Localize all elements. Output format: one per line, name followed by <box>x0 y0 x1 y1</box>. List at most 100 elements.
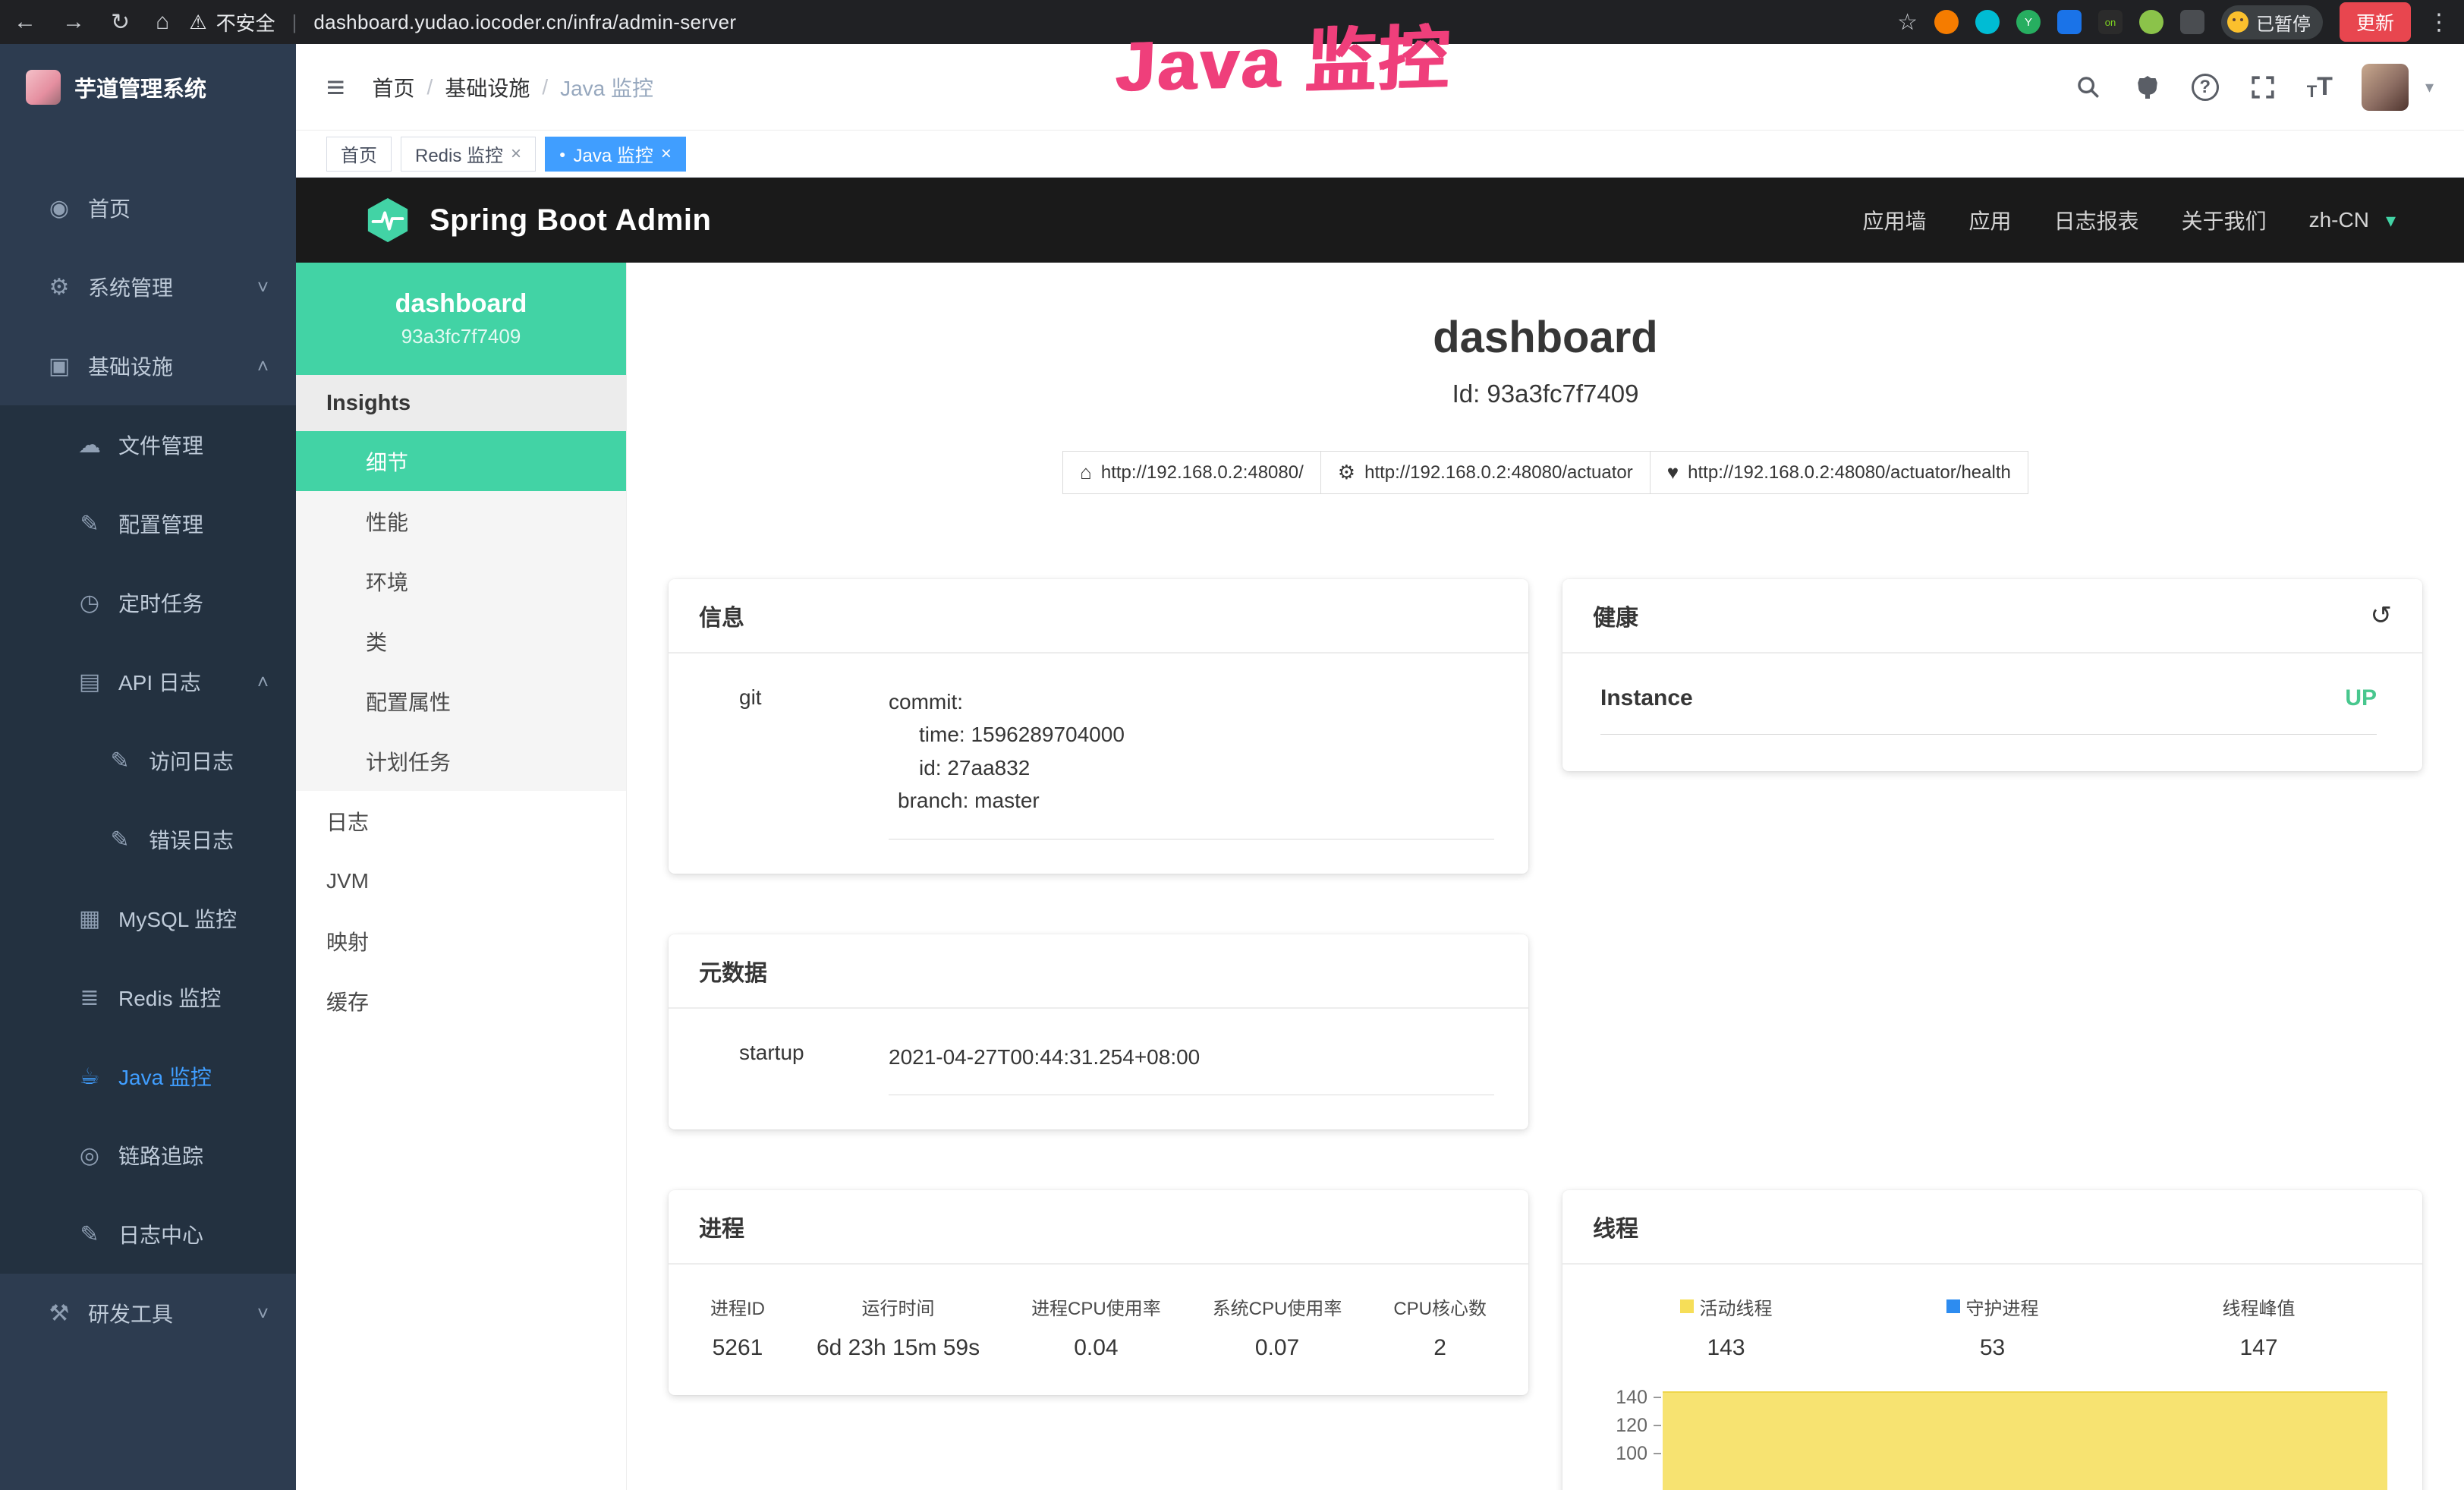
health-url-link[interactable]: ♥ http://192.168.0.2:48080/actuator/heal… <box>1650 451 2028 494</box>
sidebar-item-redis-monitor[interactable]: ≣ Redis 监控 <box>0 958 296 1037</box>
service-url-link[interactable]: ⌂ http://192.168.0.2:48080/ <box>1062 451 1321 494</box>
metadata-row-label: startup <box>703 1041 889 1095</box>
y-tick: 140 <box>1616 1387 1647 1409</box>
legend-value: 143 <box>1707 1335 1745 1361</box>
extension-drop-icon[interactable] <box>1975 10 2000 34</box>
extension-grid-icon[interactable] <box>2057 10 2082 34</box>
sba-item-logging[interactable]: 日志 <box>296 791 626 851</box>
sidebar-item-file-mgmt[interactable]: ☁ 文件管理 <box>0 405 296 484</box>
back-icon[interactable]: ← <box>14 9 36 35</box>
extension-puzzle-icon[interactable] <box>2180 10 2204 34</box>
sba-nav-applications[interactable]: 应用 <box>1969 205 2012 235</box>
paused-badge[interactable]: 已暂停 <box>2221 5 2323 39</box>
info-card-header: 信息 <box>669 579 1528 654</box>
sba-nav-about[interactable]: 关于我们 <box>2182 205 2267 235</box>
clock-icon: ◷ <box>76 590 103 616</box>
breadcrumb-home[interactable]: 首页 <box>373 72 415 102</box>
sba-item-mappings[interactable]: 映射 <box>296 911 626 971</box>
sba-item-metrics[interactable]: 性能 <box>296 491 626 551</box>
sba-header: Spring Boot Admin 应用墙 应用 日志报表 关于我们 zh-CN… <box>296 178 2464 263</box>
java-icon: ☕ <box>76 1063 103 1090</box>
chart-y-axis: 140 120 100 <box>1593 1384 1661 1490</box>
sidebar-item-label: 配置管理 <box>118 509 203 539</box>
url-text[interactable]: dashboard.yudao.iocoder.cn/infra/admin-s… <box>313 11 736 34</box>
sidebar-item-java-monitor[interactable]: ☕ Java 监控 <box>0 1037 296 1116</box>
threads-card-header: 线程 <box>1562 1190 2422 1265</box>
sidebar-item-api-log[interactable]: ▤ API 日志 ˄ <box>0 642 296 721</box>
url-bar[interactable]: ⚠ 不安全 | dashboard.yudao.iocoder.cn/infra… <box>189 8 736 36</box>
sba-brand[interactable]: Spring Boot Admin <box>364 197 711 244</box>
extension-fox-icon[interactable] <box>1934 10 1959 34</box>
sidebar-item-error-log[interactable]: ✎ 错误日志 <box>0 800 296 879</box>
history-icon[interactable]: ↺ <box>2371 600 2393 631</box>
tag-redis-monitor[interactable]: Redis 监控 × <box>401 137 536 172</box>
update-button[interactable]: 更新 <box>2340 2 2411 42</box>
sba-nav-journal[interactable]: 日志报表 <box>2054 205 2139 235</box>
dashboard-icon: ◉ <box>46 195 73 222</box>
app-logo-row[interactable]: 芋道管理系统 <box>0 44 296 131</box>
browser-menu-icon[interactable]: ⋮ <box>2428 9 2450 36</box>
instance-header[interactable]: dashboard 93a3fc7f7409 <box>296 263 626 375</box>
avatar[interactable] <box>2362 64 2409 111</box>
sidebar-item-system-mgmt[interactable]: ⚙ 系统管理 ˅ <box>0 247 296 326</box>
sidebar-item-log-center[interactable]: ✎ 日志中心 <box>0 1195 296 1274</box>
extension-leaf-icon[interactable] <box>2139 10 2163 34</box>
home-icon[interactable]: ⌂ <box>156 9 169 35</box>
sba-item-config-props[interactable]: 配置属性 <box>296 671 626 731</box>
active-dot-icon: ● <box>559 148 565 160</box>
stat-uptime: 运行时间 6d 23h 15m 59s <box>817 1293 980 1361</box>
health-instance-row[interactable]: Instance UP <box>1600 685 2377 735</box>
help-icon[interactable]: ? <box>2192 74 2219 101</box>
sba-item-scheduled-tasks[interactable]: 计划任务 <box>296 731 626 791</box>
close-icon[interactable]: × <box>511 143 521 165</box>
sidebar-item-mysql-monitor[interactable]: ▦ MySQL 监控 <box>0 879 296 958</box>
sidebar-item-access-log[interactable]: ✎ 访问日志 <box>0 721 296 800</box>
sidebar-item-dev-tools[interactable]: ⚒ 研发工具 ˅ <box>0 1274 296 1353</box>
sba-item-jvm[interactable]: JVM <box>296 851 626 911</box>
legend-live-threads: 活动线程 143 <box>1593 1293 1859 1361</box>
redis-icon: ≣ <box>76 984 103 1011</box>
sidebar-item-label: 研发工具 <box>88 1298 173 1328</box>
actuator-url-link[interactable]: ⚙ http://192.168.0.2:48080/actuator <box>1320 451 1651 494</box>
emoji-face-icon <box>2227 11 2248 33</box>
avatar-caret-icon[interactable]: ▾ <box>2425 77 2434 97</box>
legend-value: 147 <box>2239 1335 2277 1361</box>
extension-y-icon[interactable]: Y <box>2016 10 2041 34</box>
breadcrumb-separator: / <box>542 75 548 99</box>
forward-icon[interactable]: → <box>62 9 85 35</box>
search-icon[interactable] <box>2073 72 2104 102</box>
sidebar-item-home[interactable]: ◉ 首页 <box>0 169 296 247</box>
sba-nav-wallboard[interactable]: 应用墙 <box>1863 205 1927 235</box>
metadata-card-body: startup 2021-04-27T00:44:31.254+08:00 <box>669 1009 1528 1129</box>
bookmark-star-icon[interactable]: ☆ <box>1897 9 1918 36</box>
font-size-icon[interactable]: TT <box>2307 72 2333 102</box>
git-id-line: id: 27aa832 <box>889 751 1494 784</box>
sidebar-item-infrastructure[interactable]: ▣ 基础设施 ˄ <box>0 326 296 405</box>
sba-item-classes[interactable]: 类 <box>296 611 626 671</box>
stat-process-cpu: 进程CPU使用率 0.04 <box>1031 1293 1161 1361</box>
hamburger-icon[interactable]: ≡ <box>326 69 345 106</box>
fullscreen-icon[interactable] <box>2248 72 2278 102</box>
sba-item-details[interactable]: 细节 <box>296 431 626 491</box>
github-icon[interactable] <box>2132 72 2163 102</box>
sba-item-caches[interactable]: 缓存 <box>296 971 626 1031</box>
breadcrumb-infrastructure[interactable]: 基础设施 <box>445 72 530 102</box>
browser-chrome: ← → ↻ ⌂ ⚠ 不安全 | dashboard.yudao.iocoder.… <box>0 0 2464 44</box>
sidebar-item-trace[interactable]: ◎ 链路追踪 <box>0 1116 296 1195</box>
sba-language-select[interactable]: zh-CN <box>2309 208 2369 232</box>
startup-value: 2021-04-27T00:44:31.254+08:00 <box>889 1041 1494 1073</box>
blue-swatch-icon <box>1946 1299 1960 1313</box>
stat-value: 6d 23h 15m 59s <box>817 1335 980 1361</box>
card-title: 元数据 <box>699 954 767 988</box>
cloud-icon: ☁ <box>76 432 103 458</box>
close-icon[interactable]: × <box>661 143 672 165</box>
reload-icon[interactable]: ↻ <box>111 9 130 36</box>
tag-java-monitor[interactable]: ● Java 监控 × <box>545 137 686 172</box>
sidebar-item-scheduled-tasks[interactable]: ◷ 定时任务 <box>0 563 296 642</box>
sba-item-environment[interactable]: 环境 <box>296 551 626 611</box>
tag-home[interactable]: 首页 <box>326 137 392 172</box>
threads-card-body: 活动线程 143 守护进程 53 <box>1562 1265 2422 1490</box>
extension-on-icon[interactable]: on <box>2098 10 2123 34</box>
stat-value: 0.07 <box>1213 1335 1342 1361</box>
sidebar-item-config-mgmt[interactable]: ✎ 配置管理 <box>0 484 296 563</box>
